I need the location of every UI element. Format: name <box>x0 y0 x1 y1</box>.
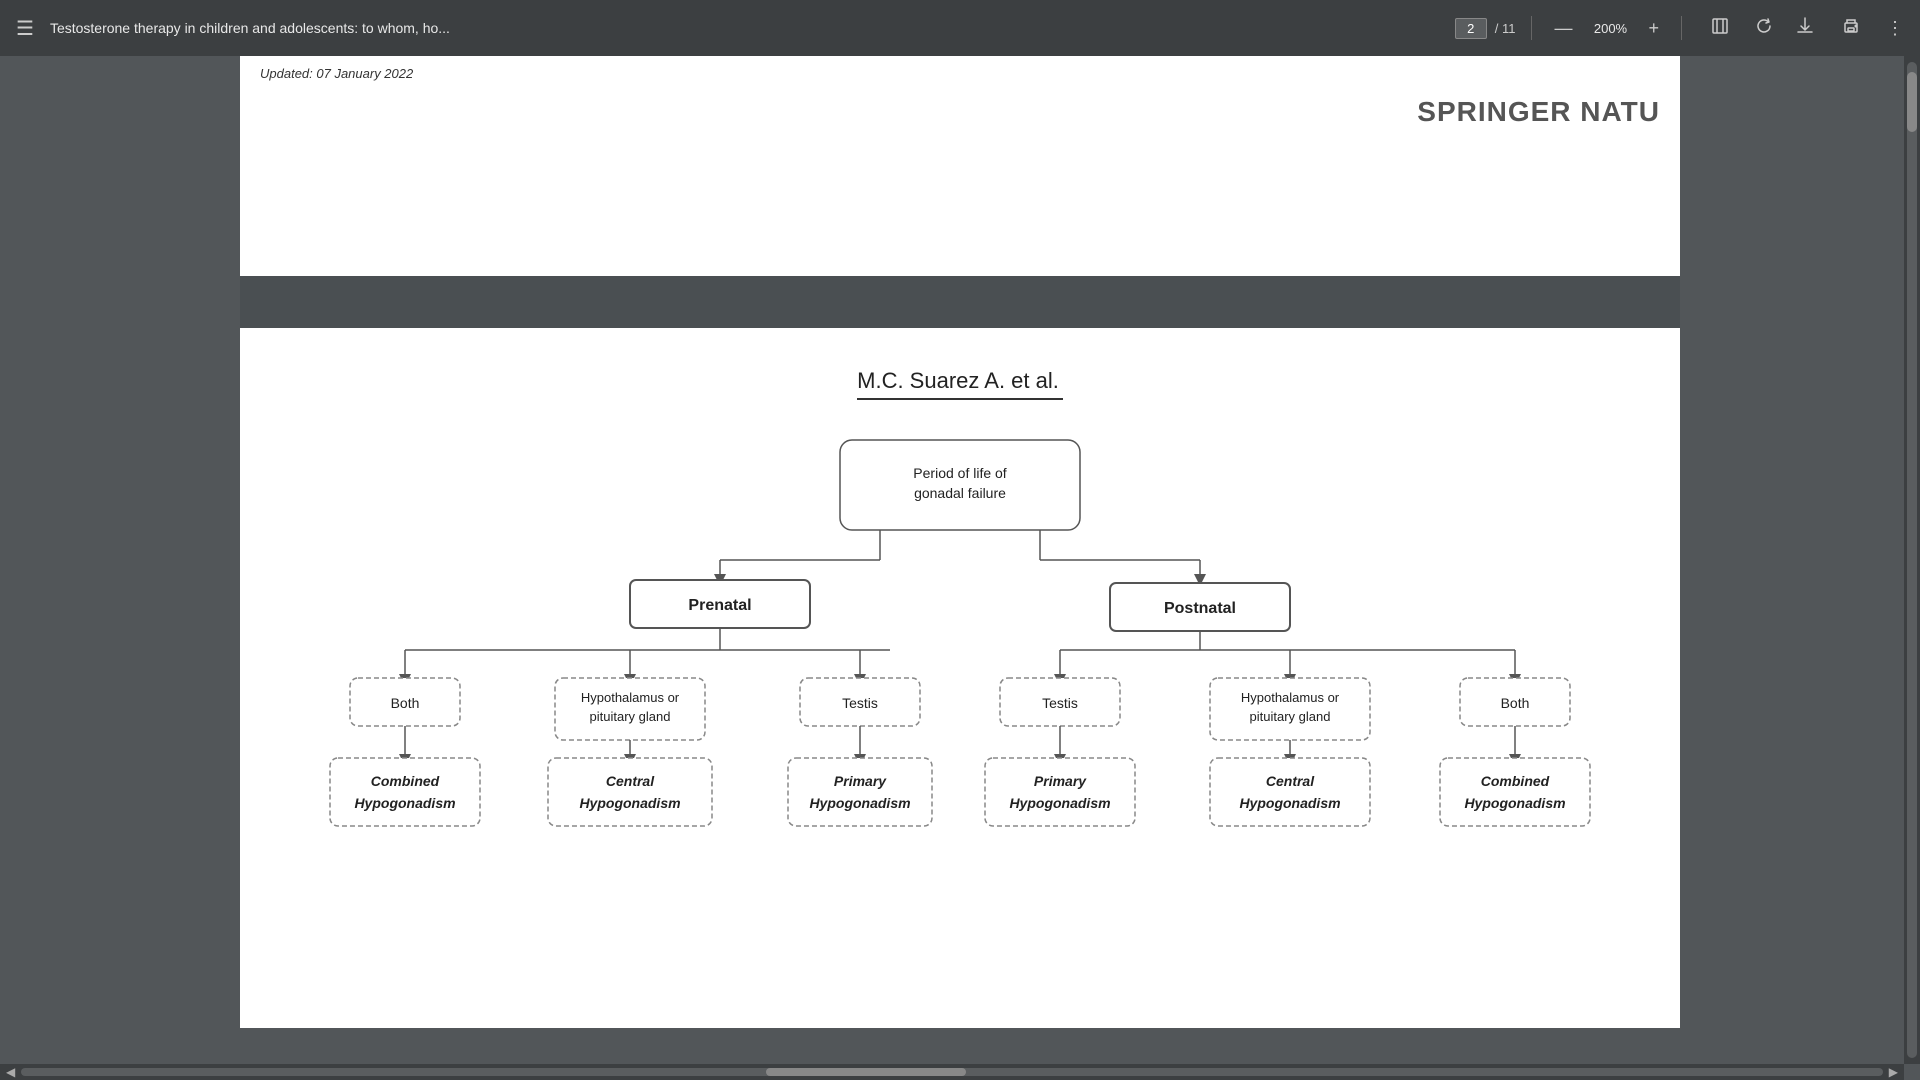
scrollbar-track-v <box>1907 62 1917 1058</box>
svg-text:Combined: Combined <box>1481 773 1550 789</box>
dark-band <box>240 276 1680 328</box>
svg-text:Central: Central <box>1266 773 1315 789</box>
svg-text:Hypogonadism: Hypogonadism <box>579 795 680 811</box>
print-button[interactable] <box>1836 11 1866 46</box>
prenatal-testis-label: Testis <box>842 695 878 711</box>
svg-text:Central: Central <box>606 773 655 789</box>
divider-2 <box>1681 16 1682 40</box>
fit-page-button[interactable] <box>1706 12 1734 45</box>
svg-text:Hypogonadism: Hypogonadism <box>1009 795 1110 811</box>
postnatal-testis-label: Testis <box>1042 695 1078 711</box>
download-button[interactable] <box>1790 11 1820 46</box>
scrollbar-thumb-h[interactable] <box>766 1068 966 1076</box>
svg-text:Hypothalamus or: Hypothalamus or <box>581 690 680 705</box>
svg-text:Hypothalamus or: Hypothalamus or <box>1241 690 1340 705</box>
scrollbar-thumb-v[interactable] <box>1907 72 1917 132</box>
pdf-page: Updated: 07 January 2022 SPRINGER NATU M… <box>240 56 1680 1028</box>
more-options-button[interactable]: ⋮ <box>1882 14 1908 43</box>
postnatal-both-label: Both <box>1501 695 1530 711</box>
toolbar-right-actions: ⋮ <box>1790 11 1908 46</box>
vertical-scrollbar[interactable] <box>1904 56 1920 1064</box>
total-pages: / 11 <box>1495 21 1516 36</box>
page-top: Updated: 07 January 2022 SPRINGER NATU <box>240 56 1680 276</box>
prenatal-label: Prenatal <box>688 597 751 614</box>
zoom-level: 200% <box>1590 21 1630 36</box>
page-content: M.C. Suarez A. et al. Period of life of … <box>240 328 1680 1028</box>
prenatal-both-label: Both <box>391 695 420 711</box>
menu-icon[interactable]: ☰ <box>12 12 38 45</box>
svg-text:Hypogonadism: Hypogonadism <box>1239 795 1340 811</box>
page-navigation: / 11 <box>1455 18 1516 39</box>
svg-text:Primary: Primary <box>1034 773 1087 789</box>
toolbar-icons <box>1706 12 1778 45</box>
author-line: M.C. Suarez A. et al. <box>300 368 1620 400</box>
svg-text:Hypogonadism: Hypogonadism <box>354 795 455 811</box>
author-citation: M.C. Suarez A. et al. <box>857 368 1063 400</box>
content-area: Updated: 07 January 2022 SPRINGER NATU M… <box>0 56 1920 1080</box>
zoom-out-button[interactable]: — <box>1548 16 1578 41</box>
svg-text:Primary: Primary <box>834 773 887 789</box>
toolbar: ☰ Testosterone therapy in children and a… <box>0 0 1920 56</box>
scrollbar-track-h <box>21 1068 1883 1076</box>
root-node-line2: gonadal failure <box>914 485 1006 501</box>
scroll-left-arrow[interactable]: ◀ <box>0 1065 21 1079</box>
svg-text:pituitary gland: pituitary gland <box>590 709 671 724</box>
rotate-button[interactable] <box>1750 12 1778 45</box>
document-title: Testosterone therapy in children and ado… <box>50 20 1443 36</box>
svg-text:Hypogonadism: Hypogonadism <box>1464 795 1565 811</box>
postnatal-label: Postnatal <box>1164 600 1236 617</box>
scroll-right-arrow[interactable]: ▶ <box>1883 1065 1904 1079</box>
divider-1 <box>1531 16 1532 40</box>
svg-text:Hypogonadism: Hypogonadism <box>809 795 910 811</box>
svg-text:pituitary gland: pituitary gland <box>1250 709 1331 724</box>
flowchart-diagram: Period of life of gonadal failure <box>300 430 1620 850</box>
date-text: Updated: 07 January 2022 <box>260 66 413 81</box>
horizontal-scrollbar[interactable]: ◀ ▶ <box>0 1064 1904 1080</box>
springer-logo: SPRINGER NATU <box>1417 96 1660 128</box>
page-number-input[interactable] <box>1455 18 1487 39</box>
svg-text:Combined: Combined <box>371 773 440 789</box>
root-node-line1: Period of life of <box>913 465 1006 481</box>
zoom-in-button[interactable]: + <box>1642 16 1665 41</box>
